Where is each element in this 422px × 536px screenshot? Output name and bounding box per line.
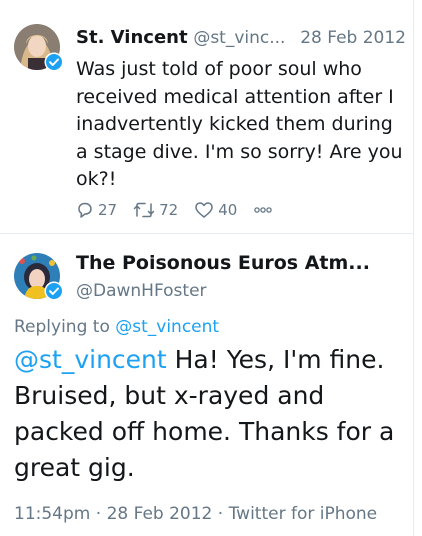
retweet-count: 72 <box>159 201 179 219</box>
meta-separator: · <box>212 504 229 524</box>
display-name[interactable]: St. Vincent <box>76 27 188 48</box>
tweet-time[interactable]: 11:54pm <box>14 504 90 524</box>
meta-separator: · <box>90 504 107 524</box>
tweet-actions: 27 72 40 <box>76 199 293 221</box>
user-handle[interactable]: @st_vinc... <box>193 28 285 48</box>
replying-to: Replying to @st_vincent <box>14 315 219 339</box>
like-button[interactable]: 40 <box>194 201 237 219</box>
retweet-button[interactable]: 72 <box>133 201 178 219</box>
tweet-header: St. Vincent @st_vinc... 28 Feb 2012 <box>76 26 406 50</box>
tweet-meta: 11:54pm · 28 Feb 2012 · Twitter for iPho… <box>14 502 377 526</box>
verified-icon <box>44 281 64 301</box>
replying-to-label: Replying to <box>14 317 116 337</box>
display-name[interactable]: The Poisonous Euros Atm... <box>76 250 370 276</box>
replying-to-link[interactable]: @st_vincent <box>115 317 219 337</box>
tweet-text: Was just told of poor soul who received … <box>76 58 403 190</box>
avatar-st-vincent[interactable] <box>14 24 64 72</box>
retweet-icon <box>133 202 155 218</box>
user-handle[interactable]: @DawnHFoster <box>76 279 207 303</box>
tweet-date[interactable]: 28 Feb 2012 <box>300 26 406 50</box>
like-count: 40 <box>218 201 238 219</box>
tweet-source[interactable]: Twitter for iPhone <box>229 504 378 524</box>
tweet-text: @st_vincent Ha! Yes, I'm fine. Bruised, … <box>14 342 409 486</box>
verified-icon <box>44 52 64 72</box>
more-button[interactable] <box>253 205 277 215</box>
like-icon <box>195 202 213 218</box>
more-icon <box>254 207 273 213</box>
tweet-st-vincent[interactable]: St. Vincent @st_vinc... 28 Feb 2012 Was … <box>0 0 413 234</box>
reply-button[interactable]: 27 <box>76 201 117 219</box>
reply-count: 27 <box>98 201 118 219</box>
timeline-border <box>413 0 414 536</box>
tweet-date[interactable]: 28 Feb 2012 <box>107 504 213 524</box>
reply-icon <box>78 202 92 218</box>
mention-link[interactable]: @st_vincent <box>14 345 167 374</box>
avatar-dawnhfoster[interactable] <box>14 253 64 301</box>
